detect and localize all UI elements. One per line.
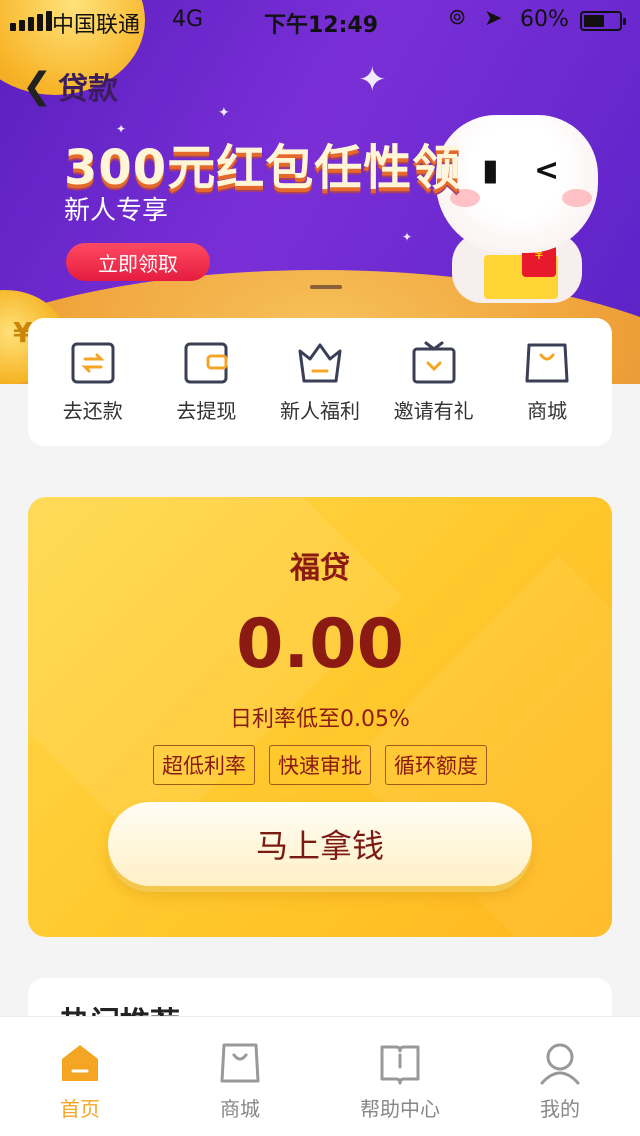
carousel-indicator — [310, 285, 342, 289]
status-bar: 中国联通 4G 下午12:49 ⊚ ➤ 60% — [0, 0, 640, 40]
star-icon: ✦ — [358, 60, 387, 100]
book-icon — [380, 1045, 420, 1085]
tab-help[interactable]: 帮助中心 — [320, 1017, 480, 1136]
quick-action-welfare[interactable]: 新人福利 — [265, 341, 375, 424]
quick-action-mall[interactable]: 商城 — [492, 341, 602, 424]
battery-icon — [580, 11, 626, 31]
get-money-button[interactable]: 马上拿钱 — [108, 802, 532, 886]
gift-icon — [412, 341, 456, 383]
promo-title: 300元红包任性领 — [64, 140, 462, 196]
loan-rate: 日利率低至0.05% — [230, 707, 410, 732]
shopping-bag-icon — [220, 1043, 260, 1083]
quick-action-label: 商城 — [527, 398, 568, 423]
loan-tag: 快速审批 — [269, 745, 371, 785]
tab-mine[interactable]: 我的 — [480, 1017, 640, 1136]
repay-icon — [71, 342, 115, 383]
rotation-lock-icon: ⊚ — [448, 5, 467, 30]
star-icon: ✦ — [218, 105, 230, 121]
tab-bar: 首页 商城 帮助中心 我的 — [0, 1016, 640, 1136]
loan-card: 福贷 0.00 日利率低至0.05% 超低利率 快速审批 循环额度 马上拿钱 — [28, 497, 612, 937]
loan-product-name: 福贷 — [290, 551, 350, 586]
star-icon: ✦ — [402, 230, 413, 244]
loan-amount: 0.00 — [236, 605, 404, 684]
tab-mall[interactable]: 商城 — [160, 1017, 320, 1136]
loan-tag: 超低利率 — [153, 745, 255, 785]
status-time: 下午12:49 — [264, 13, 379, 38]
loan-tags: 超低利率 快速审批 循环额度 — [28, 745, 612, 785]
tab-label: 帮助中心 — [360, 1097, 440, 1121]
page-title: 贷款 — [58, 72, 118, 107]
signal-icon — [10, 11, 52, 31]
quick-action-repay[interactable]: 去还款 — [38, 341, 148, 424]
location-icon: ➤ — [484, 6, 503, 31]
quick-action-label: 去还款 — [62, 398, 123, 423]
battery-percent: 60% — [520, 7, 569, 32]
loan-tag: 循环额度 — [385, 745, 487, 785]
tab-label: 首页 — [60, 1097, 100, 1121]
chevron-left-icon[interactable]: ❮ — [22, 66, 52, 107]
home-icon — [62, 1045, 98, 1081]
quick-action-withdraw[interactable]: 去提现 — [151, 341, 261, 424]
user-icon — [540, 1043, 580, 1085]
quick-action-invite[interactable]: 邀请有礼 — [379, 341, 489, 424]
carrier-name: 中国联通 — [52, 13, 141, 38]
quick-action-label: 邀请有礼 — [393, 398, 474, 423]
network-type: 4G — [172, 7, 204, 32]
shopping-bag-icon — [525, 343, 569, 382]
quick-action-label: 去提现 — [176, 398, 237, 423]
wallet-icon — [184, 342, 228, 383]
quick-action-label: 新人福利 — [279, 398, 360, 423]
tab-label: 商城 — [220, 1097, 260, 1121]
quick-actions: 去还款 去提现 新人福利 邀请有礼 商城 — [28, 318, 612, 446]
promo-subtitle: 新人专享 — [64, 196, 169, 226]
tab-home[interactable]: 首页 — [0, 1017, 160, 1136]
tab-label: 我的 — [540, 1097, 580, 1121]
claim-button[interactable]: 立即领取 — [66, 243, 210, 281]
crown-icon — [298, 343, 342, 382]
